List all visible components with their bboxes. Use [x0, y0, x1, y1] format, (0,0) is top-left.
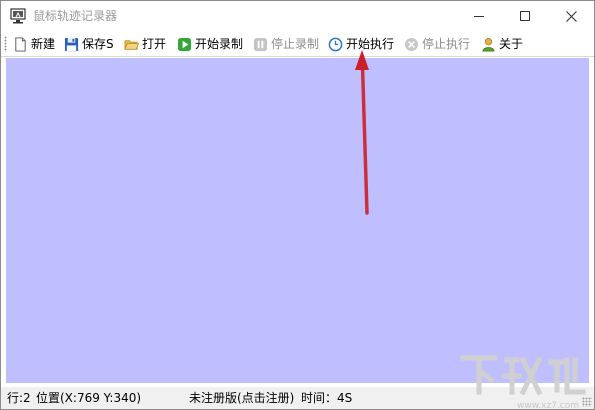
about-label: 关于: [499, 37, 524, 51]
stop-execute-button[interactable]: 停止执行: [404, 34, 470, 54]
resize-grip[interactable]: [582, 397, 592, 407]
pause-icon: [253, 37, 268, 51]
stop-x-icon: [404, 37, 419, 51]
toolbar-grip[interactable]: [4, 36, 7, 52]
user-icon: [482, 37, 495, 51]
toolbar: 新建 保存S 打开 开始录制 停止录制 开始执行 停止执行 关于: [1, 31, 594, 57]
window-title: 鼠标轨迹记录器: [33, 9, 118, 23]
new-button[interactable]: 新建: [13, 34, 55, 54]
maximize-button[interactable]: [502, 1, 548, 31]
start-execute-label: 开始执行: [346, 37, 395, 51]
status-bar: 行:2 位置(X:769 Y:340) 未注册版(点击注册) 时间：4S: [1, 387, 594, 409]
minimize-button[interactable]: [456, 1, 502, 31]
minimize-icon: [474, 15, 484, 17]
save-icon: [64, 37, 79, 51]
clock-icon: [328, 37, 343, 51]
start-execute-button[interactable]: 开始执行: [328, 34, 394, 54]
stop-record-button[interactable]: 停止录制: [253, 34, 319, 54]
recording-canvas[interactable]: [6, 58, 589, 383]
start-record-label: 开始录制: [195, 37, 244, 51]
close-icon: [565, 10, 577, 22]
save-label: 保存S: [82, 37, 114, 51]
stop-execute-label: 停止执行: [422, 37, 471, 51]
new-file-icon: [15, 36, 26, 52]
about-button[interactable]: 关于: [481, 34, 523, 54]
open-folder-icon: [124, 39, 139, 50]
status-position: 位置(X:769 Y:340): [36, 391, 142, 405]
open-button[interactable]: 打开: [124, 34, 166, 54]
maximize-icon: [520, 11, 530, 21]
app-window: 鼠标轨迹记录器 新建 保存S 打开 开始录制 停止录制 开始执行 停止执行 关于…: [0, 0, 595, 410]
new-label: 新建: [31, 37, 56, 51]
app-icon: [10, 8, 26, 24]
title-bar: 鼠标轨迹记录器: [1, 1, 594, 31]
save-button[interactable]: 保存S: [64, 34, 114, 54]
close-button[interactable]: [548, 1, 594, 31]
status-time: 时间：4S: [301, 391, 353, 405]
status-row: 行:2: [7, 391, 31, 405]
start-record-button[interactable]: 开始录制: [177, 34, 243, 54]
open-label: 打开: [142, 37, 167, 51]
stop-record-label: 停止录制: [271, 37, 320, 51]
play-icon: [177, 37, 192, 51]
status-registration-link[interactable]: 未注册版(点击注册): [189, 391, 294, 405]
